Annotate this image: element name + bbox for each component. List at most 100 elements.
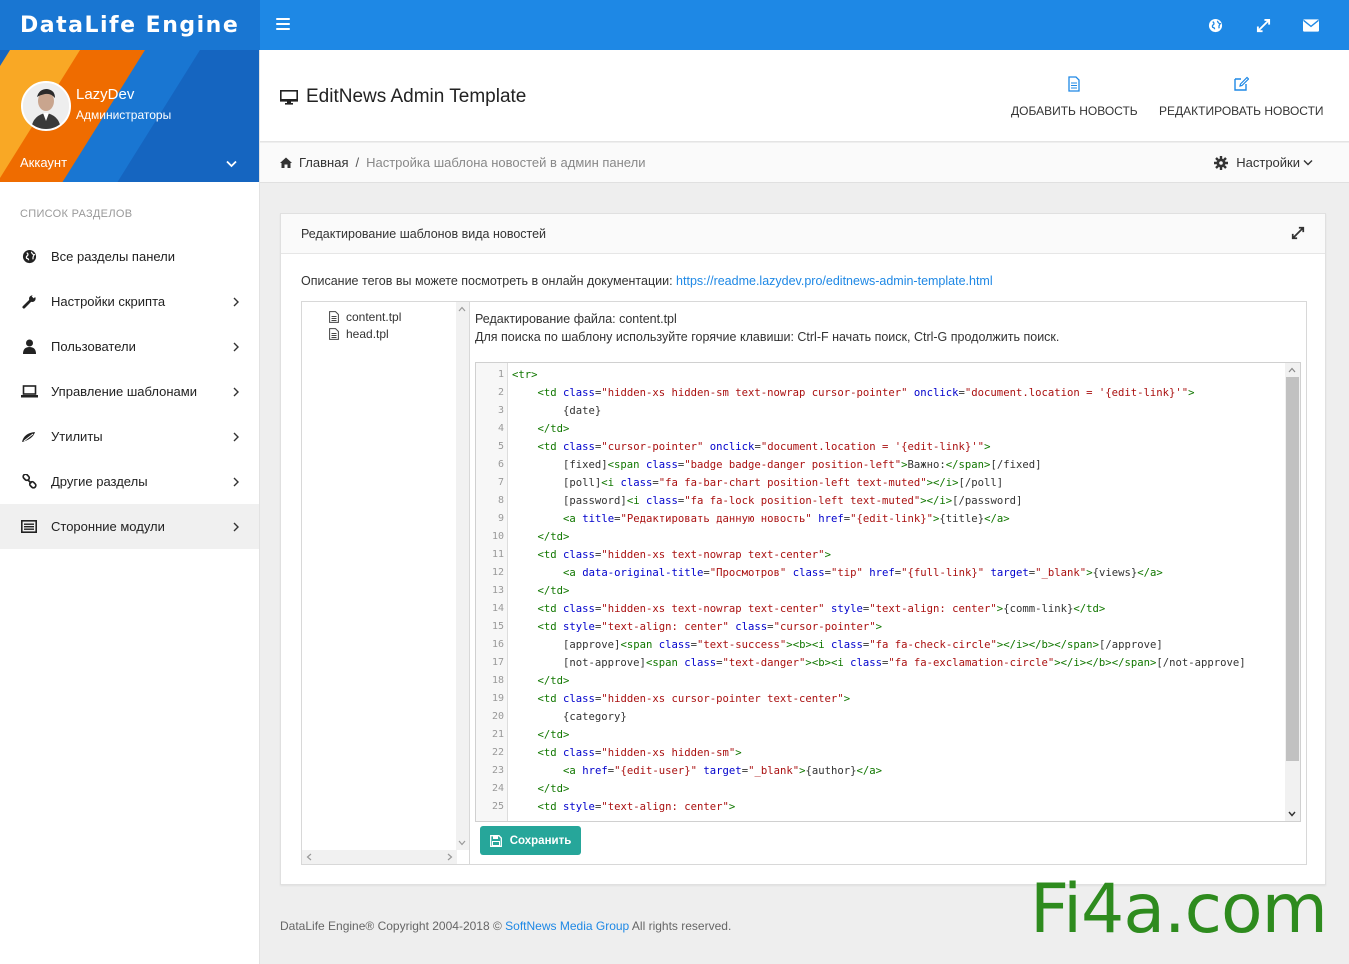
menu-toggle-icon[interactable]: [276, 18, 290, 31]
code-text[interactable]: <td class="hidden-xs cursor-pointer text…: [504, 690, 851, 708]
code-text[interactable]: {category}: [504, 708, 627, 726]
code-lines[interactable]: 1 <tr> 2 <td class="hidden-xs hidden-sm te…: [476, 366, 1284, 816]
code-text[interactable]: <td class="hidden-xs text-nowrap text-ce…: [504, 546, 831, 564]
code-text[interactable]: [not-approve]<span class="text-danger"><…: [504, 654, 1246, 672]
code-line[interactable]: 12 <a data-original-title="Просмотров" c…: [476, 564, 1284, 582]
sidebar-item-modules[interactable]: Сторонние модули: [0, 504, 259, 549]
scroll-left-arrow-icon[interactable]: [305, 853, 313, 861]
sidebar-item-all-sections[interactable]: Все разделы панели: [0, 234, 259, 279]
code-text[interactable]: </td>: [504, 780, 570, 798]
code-line[interactable]: 11 <td class="hidden-xs text-nowrap text…: [476, 546, 1284, 564]
code-text[interactable]: </td>: [504, 672, 570, 690]
code-line[interactable]: 4 </td>: [476, 420, 1284, 438]
doc-link[interactable]: https://readme.lazydev.pro/editnews-admi…: [676, 274, 993, 288]
search-hint: Для поиска по шаблону используйте горячи…: [475, 330, 1060, 344]
code-line[interactable]: 5 <td class="cursor-pointer" onclick="do…: [476, 438, 1284, 456]
code-line[interactable]: 6 [fixed]<span class="badge badge-danger…: [476, 456, 1284, 474]
code-text[interactable]: </td>: [504, 582, 570, 600]
brand-logo[interactable]: DataLife Engine: [0, 0, 260, 50]
sidebar-item-utilities[interactable]: Утилиты: [0, 414, 259, 459]
scroll-right-arrow-icon[interactable]: [446, 853, 454, 861]
code-line[interactable]: 16 [approve]<span class="text-success"><…: [476, 636, 1284, 654]
code-line[interactable]: 21 </td>: [476, 726, 1284, 744]
code-line[interactable]: 10 </td>: [476, 528, 1284, 546]
line-number: 19: [491, 693, 504, 704]
chevron-down-icon[interactable]: [226, 156, 237, 171]
file-item-content[interactable]: content.tpl: [329, 308, 469, 325]
code-text[interactable]: [fixed]<span class="badge badge-danger p…: [504, 456, 1041, 474]
code-line[interactable]: 2 <td class="hidden-xs hidden-sm text-no…: [476, 384, 1284, 402]
code-text[interactable]: [approve]<span class="text-success"><b><…: [504, 636, 1163, 654]
globe-icon[interactable]: [1207, 17, 1223, 33]
scroll-up-arrow-icon[interactable]: [458, 305, 466, 313]
fullscreen-icon[interactable]: [1255, 17, 1271, 33]
envelope-icon[interactable]: [1303, 17, 1319, 33]
line-number: 7: [497, 477, 504, 488]
code-vertical-scrollbar[interactable]: [1285, 363, 1300, 821]
code-line[interactable]: 24 </td>: [476, 780, 1284, 798]
save-label: Сохранить: [509, 834, 572, 847]
code-line[interactable]: 18 </td>: [476, 672, 1284, 690]
footer-link[interactable]: SoftNews Media Group: [505, 919, 629, 933]
sidebar-item-templates[interactable]: Управление шаблонами: [0, 369, 259, 414]
code-text[interactable]: <a href="{edit-user}" target="_blank">{a…: [504, 762, 882, 780]
code-line[interactable]: 9 <a title="Редактировать данную новость…: [476, 510, 1284, 528]
sidebar-item-other[interactable]: Другие разделы: [0, 459, 259, 504]
code-text[interactable]: [password]<i class="fa fa-lock position-…: [504, 492, 1022, 510]
code-editor[interactable]: 1 <tr> 2 <td class="hidden-xs hidden-sm te…: [475, 362, 1301, 822]
add-news-button[interactable]: ДОБАВИТЬ НОВОСТЬ: [1011, 76, 1138, 118]
code-line[interactable]: 8 [password]<i class="fa fa-lock positio…: [476, 492, 1284, 510]
line-number: 17: [491, 657, 504, 668]
code-line[interactable]: 13 </td>: [476, 582, 1284, 600]
code-text[interactable]: </td>: [504, 420, 570, 438]
expand-icon[interactable]: [1291, 226, 1305, 243]
code-text[interactable]: [poll]<i class="fa fa-bar-chart position…: [504, 474, 1003, 492]
code-text[interactable]: </td>: [504, 726, 570, 744]
code-line[interactable]: 22 <td class="hidden-xs hidden-sm">: [476, 744, 1284, 762]
code-line[interactable]: 20 {category}: [476, 708, 1284, 726]
code-text[interactable]: <td style="text-align: center">: [504, 798, 736, 816]
edit-news-button[interactable]: РЕДАКТИРОВАТЬ НОВОСТИ: [1159, 76, 1324, 118]
scroll-down-arrow-icon[interactable]: [458, 839, 466, 847]
code-line[interactable]: 3 {date}: [476, 402, 1284, 420]
code-text[interactable]: <td class="hidden-xs hidden-sm text-nowr…: [504, 384, 1195, 402]
code-text[interactable]: <a title="Редактировать данную новость" …: [504, 510, 1010, 528]
code-line[interactable]: 19 <td class="hidden-xs cursor-pointer t…: [476, 690, 1284, 708]
code-text[interactable]: <td class="hidden-xs hidden-sm">: [504, 744, 742, 762]
edit-news-label: РЕДАКТИРОВАТЬ НОВОСТИ: [1159, 104, 1324, 118]
footer-copyright: DataLife Engine® Copyright 2004-2018 ©: [280, 919, 506, 933]
code-line[interactable]: 23 <a href="{edit-user}" target="_blank"…: [476, 762, 1284, 780]
file-tree-vertical-scrollbar[interactable]: [456, 302, 469, 850]
save-button[interactable]: Сохранить: [480, 826, 581, 855]
sidebar-item-script-settings[interactable]: Настройки скрипта: [0, 279, 259, 324]
code-text[interactable]: <a data-original-title="Просмотров" clas…: [504, 564, 1163, 582]
code-line[interactable]: 15 <td style="text-align: center" class=…: [476, 618, 1284, 636]
code-text[interactable]: <td class="cursor-pointer" onclick="docu…: [504, 438, 991, 456]
code-text[interactable]: <td class="hidden-xs text-nowrap text-ce…: [504, 600, 1106, 618]
code-line[interactable]: 17 [not-approve]<span class="text-danger…: [476, 654, 1284, 672]
code-text[interactable]: {date}: [504, 402, 601, 420]
scroll-down-arrow-icon[interactable]: [1288, 810, 1296, 818]
account-toggle[interactable]: Аккаунт: [20, 155, 67, 170]
code-text[interactable]: <td style="text-align: center" class="cu…: [504, 618, 883, 636]
watermark: Fi4a.com: [1030, 870, 1328, 949]
scroll-up-arrow-icon[interactable]: [1288, 366, 1296, 374]
sidebar-item-users[interactable]: Пользователи: [0, 324, 259, 369]
avatar[interactable]: [21, 81, 71, 131]
code-text[interactable]: <tr>: [504, 366, 538, 384]
code-line[interactable]: 25 <td style="text-align: center">: [476, 798, 1284, 816]
code-line[interactable]: 7 [poll]<i class="fa fa-bar-chart positi…: [476, 474, 1284, 492]
code-text[interactable]: </td>: [504, 528, 570, 546]
file-item-head[interactable]: head.tpl: [329, 325, 469, 342]
breadcrumb-home[interactable]: Главная: [280, 155, 348, 170]
scrollbar-thumb[interactable]: [1286, 377, 1299, 761]
line-number: 24: [491, 783, 504, 794]
footer-rights: All rights reserved.: [629, 919, 732, 933]
user-name[interactable]: LazyDev: [76, 86, 134, 103]
page-title-text: EditNews Admin Template: [306, 86, 527, 107]
code-line[interactable]: 1 <tr>: [476, 366, 1284, 384]
file-tree-horizontal-scrollbar[interactable]: [302, 850, 457, 864]
wand-icon: [20, 429, 38, 445]
settings-dropdown[interactable]: Настройки: [1214, 155, 1313, 170]
code-line[interactable]: 14 <td class="hidden-xs text-nowrap text…: [476, 600, 1284, 618]
